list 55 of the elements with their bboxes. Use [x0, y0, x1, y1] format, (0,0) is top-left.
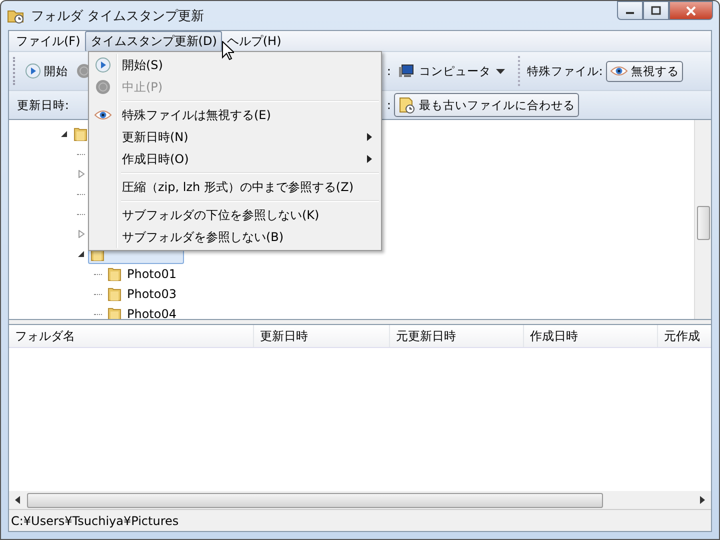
- eye-icon: [94, 109, 112, 121]
- minimize-button[interactable]: [617, 1, 643, 20]
- folder-icon: [108, 308, 121, 319]
- created-label: :: [387, 98, 391, 112]
- maximize-icon: [651, 6, 661, 15]
- column-header[interactable]: 更新日時: [254, 325, 390, 347]
- modified-label: 更新日時:: [17, 98, 69, 112]
- window-title: フォルダ タイムスタンプ更新: [31, 8, 204, 24]
- play-icon: [25, 63, 41, 79]
- column-header[interactable]: 元作成: [658, 325, 708, 347]
- tree-node[interactable]: Photo04: [105, 304, 180, 319]
- column-header[interactable]: 元更新日時: [390, 325, 524, 347]
- collapsed-arrow-icon[interactable]: [77, 230, 85, 238]
- folder-icon: [108, 288, 121, 300]
- folder-icon: [108, 268, 121, 280]
- menu-option[interactable]: 作成日時(O): [89, 148, 381, 170]
- column-header[interactable]: フォルダ名: [9, 325, 254, 347]
- close-icon: [686, 6, 696, 16]
- start-button[interactable]: 開始: [21, 60, 72, 82]
- maximize-button[interactable]: [643, 1, 669, 20]
- eye-icon: [610, 65, 628, 77]
- status-path: C:¥Users¥Tsuchiya¥Pictures: [11, 514, 179, 528]
- menu-option[interactable]: 圧縮（zip, lzh 形式）の中まで参照する(Z): [89, 176, 381, 198]
- menu-item[interactable]: ファイル(F): [11, 30, 86, 52]
- location-label: :: [387, 64, 391, 78]
- dropdown-caret-icon: [496, 68, 505, 74]
- stop-icon: [95, 79, 111, 95]
- menu-option[interactable]: 更新日時(N): [89, 126, 381, 148]
- oldest-file-button[interactable]: 最も古いファイルに合わせる: [394, 93, 579, 117]
- folder-clock-icon: [7, 8, 25, 24]
- tree-node[interactable]: Photo01: [105, 264, 180, 284]
- computer-icon: [398, 63, 414, 79]
- vertical-scrollbar[interactable]: [694, 120, 711, 319]
- right-arrow-icon[interactable]: [699, 496, 705, 504]
- menu-item[interactable]: タイムスタンプ更新(D): [85, 30, 222, 52]
- horizontal-scrollbar[interactable]: [9, 491, 711, 509]
- tree-node[interactable]: Photo03: [105, 284, 180, 304]
- file-clock-icon: [398, 96, 416, 114]
- special-files-label: 特殊ファイル:: [526, 64, 603, 78]
- submenu-arrow-icon: [367, 155, 372, 163]
- expanded-arrow-icon[interactable]: [60, 130, 68, 138]
- left-arrow-icon[interactable]: [15, 496, 21, 504]
- column-header[interactable]: 作成日時: [524, 325, 658, 347]
- collapsed-arrow-icon[interactable]: [77, 170, 85, 178]
- play-icon: [95, 57, 111, 73]
- ignore-button[interactable]: 無視する: [606, 60, 683, 82]
- menu-option[interactable]: 開始(S): [89, 54, 381, 76]
- folder-icon: [74, 128, 87, 140]
- expanded-arrow-icon[interactable]: [77, 250, 85, 258]
- menu-option[interactable]: 特殊ファイルは無視する(E): [89, 104, 381, 126]
- submenu-arrow-icon: [367, 133, 372, 141]
- close-button[interactable]: [669, 1, 713, 20]
- menu-option[interactable]: サブフォルダを参照しない(B): [89, 226, 381, 248]
- menu-option[interactable]: サブフォルダの下位を参照しない(K): [89, 204, 381, 226]
- location-dropdown[interactable]: コンピュータ: [394, 61, 509, 81]
